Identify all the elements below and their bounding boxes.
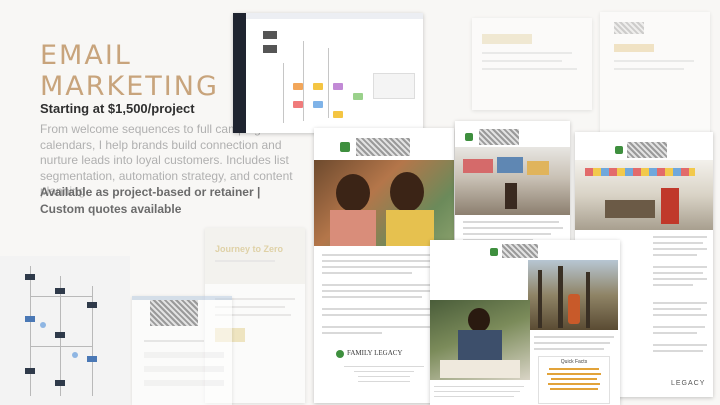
email-sample-student: Quick Facts: [430, 240, 620, 405]
title-line-1: EMAIL: [40, 40, 132, 71]
brand-logo-icon: [490, 248, 498, 256]
obscured-text-block: [150, 300, 198, 326]
email-sample-village: [455, 121, 570, 256]
availability-line-2: Custom quotes available: [40, 202, 182, 216]
builder-sidebar: [233, 13, 246, 133]
journey-title: Journey to Zero: [215, 244, 284, 254]
brand-logo-icon: [615, 146, 623, 154]
automation-flow-diagram: [0, 256, 130, 405]
brand-logo-icon: [340, 142, 350, 152]
page-title: EMAIL MARKETING: [40, 40, 219, 102]
brand-logo-icon: [465, 133, 473, 141]
faded-card-top-a: [472, 18, 592, 110]
title-line-2: MARKETING: [40, 71, 219, 102]
footer-brand-name: FAMILY LEGACY: [347, 349, 403, 357]
quick-facts-box: Quick Facts: [538, 356, 610, 404]
village-photo: [455, 147, 570, 215]
quick-facts-heading: Quick Facts: [560, 359, 588, 365]
classroom-photo: [575, 160, 713, 230]
availability-note: Available as project-based or retainer |…: [40, 184, 280, 218]
availability-line-1: Available as project-based or retainer |: [40, 185, 261, 199]
children-photo: [314, 160, 454, 246]
legacy-badge: LEGACY: [671, 380, 706, 387]
student-photo: [430, 300, 530, 380]
automation-builder-screenshot: [233, 13, 423, 133]
footer-logo-icon: [336, 350, 344, 358]
forest-photo: [528, 260, 618, 330]
price-label: Starting at $1,500/project: [40, 101, 195, 116]
